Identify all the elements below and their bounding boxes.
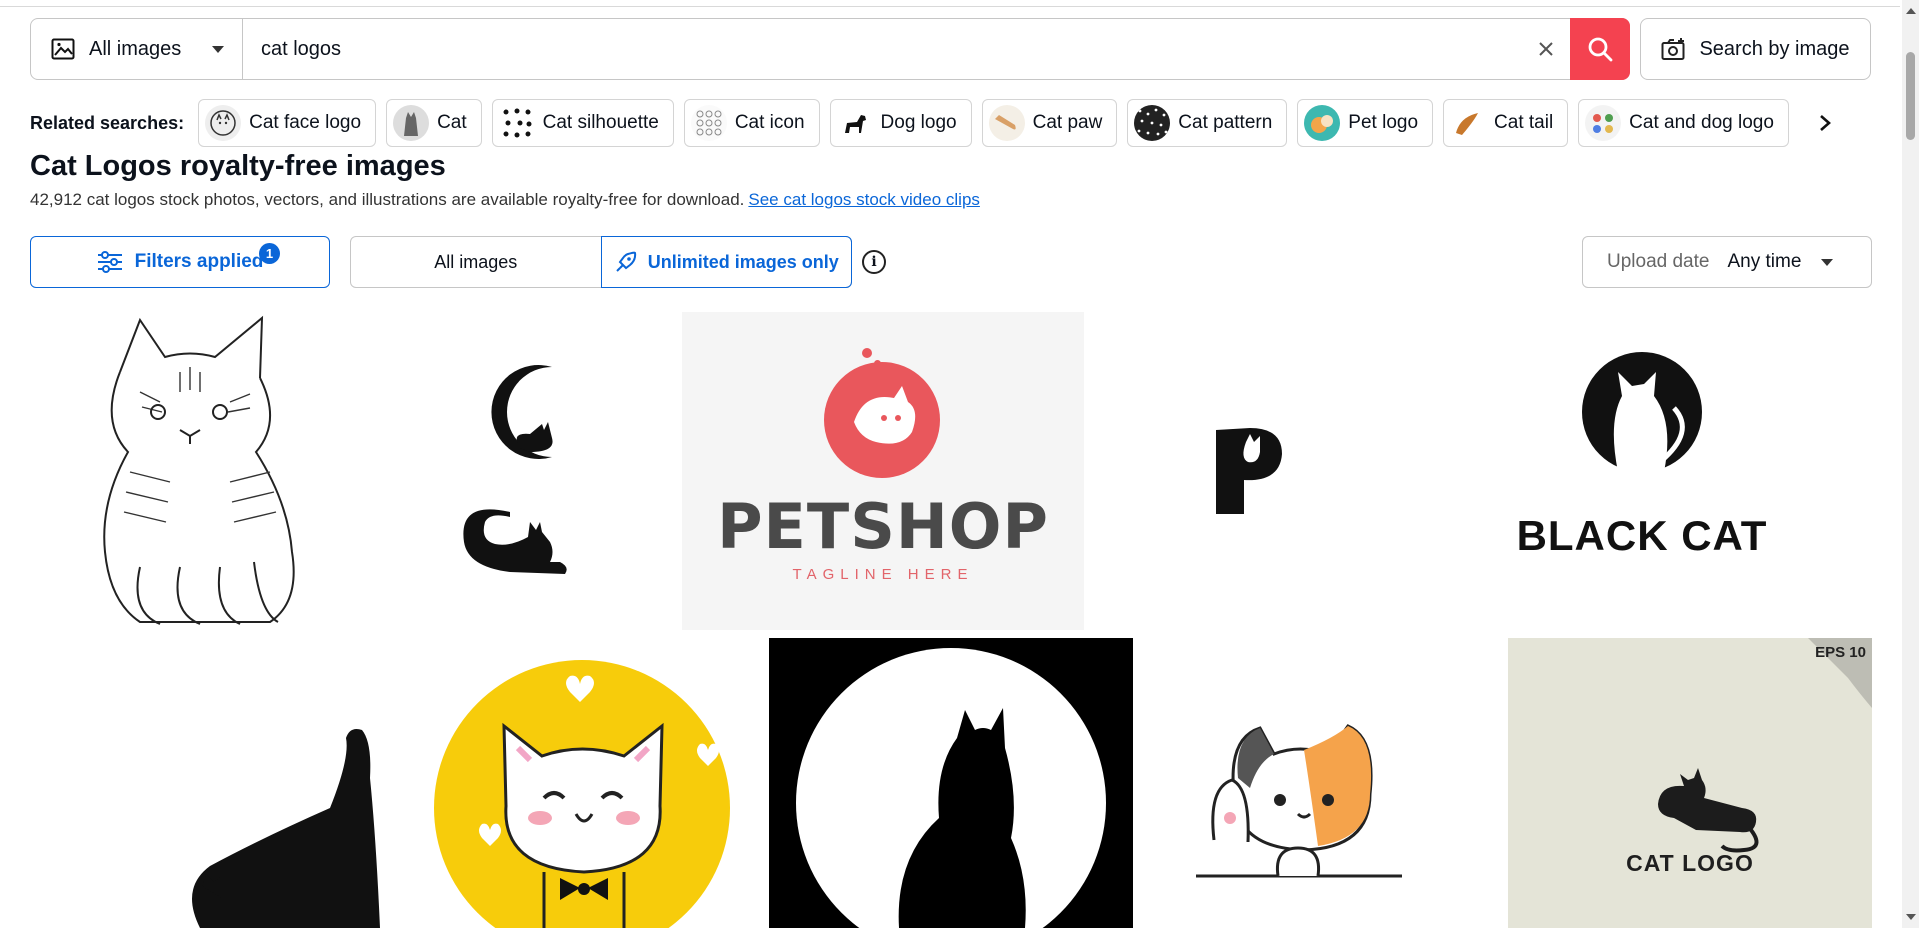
filters-count-badge: 1 — [259, 243, 280, 264]
search-by-image-button[interactable]: Search by image — [1640, 18, 1871, 80]
cat-thumb-icon — [393, 105, 430, 141]
cat-silhouette-thumb-icon — [498, 105, 535, 141]
unlimited-images-option[interactable]: Unlimited images only — [600, 236, 852, 288]
upload-date-select[interactable]: Upload date Any time — [1582, 236, 1872, 288]
related-chip[interactable]: Cat tail — [1443, 99, 1569, 147]
related-chip-label: Cat face logo — [249, 112, 362, 133]
upload-date-label: Upload date — [1607, 251, 1710, 272]
license-toggle: All images Unlimited images only — [350, 236, 852, 288]
related-chip[interactable]: Cat paw — [981, 99, 1118, 147]
cat-tail-thumb-icon — [1450, 105, 1487, 141]
related-chip[interactable]: Pet logo — [1297, 99, 1434, 147]
info-icon[interactable]: i — [862, 250, 886, 274]
clear-search-button[interactable] — [1522, 19, 1570, 79]
camera-plus-icon — [1661, 38, 1685, 60]
related-chip[interactable]: Cat icon — [683, 99, 820, 147]
all-images-option-label: All images — [434, 251, 518, 272]
scroll-down-arrow-icon[interactable] — [1906, 914, 1916, 920]
pet-logo-thumb-icon — [1304, 105, 1341, 141]
related-chip-label: Pet logo — [1348, 112, 1419, 133]
results-summary: 42,912 cat logos stock photos, vectors, … — [30, 190, 745, 209]
video-clips-link[interactable]: See cat logos stock video clips — [748, 190, 980, 209]
related-searches: Related searches: Cat face logo Cat Cat … — [30, 99, 1818, 147]
filters-applied-button[interactable]: Filters applied 1 — [30, 236, 330, 288]
image-tile-cat-full-moon[interactable] — [769, 638, 1133, 928]
related-chip-label: Cat silhouette — [542, 112, 659, 133]
filters-applied-label: Filters applied — [134, 251, 264, 272]
related-searches-label: Related searches: — [30, 112, 185, 133]
cat-logo-wordmark: CAT LOGO — [1626, 850, 1754, 876]
search-bar: All images cat logos — [30, 18, 1630, 80]
search-button[interactable] — [1570, 18, 1630, 80]
black-cat-wordmark: BLACK CAT — [1516, 512, 1768, 559]
sliders-icon — [97, 251, 122, 273]
search-by-image-label: Search by image — [1699, 37, 1850, 60]
cat-icon-thumb-icon — [690, 105, 727, 141]
image-type-label: All images — [89, 37, 182, 60]
image-tile-black-cat[interactable]: BLACK CAT — [1412, 312, 1872, 630]
image-tile-happy-kitten[interactable] — [432, 638, 762, 928]
related-chip-label: Cat and dog logo — [1629, 112, 1774, 133]
scroll-up-arrow-icon[interactable] — [1906, 8, 1916, 14]
related-chip[interactable]: Cat — [386, 99, 482, 147]
chevron-down-icon — [1821, 258, 1834, 266]
all-images-option[interactable]: All images — [351, 237, 601, 287]
related-chip-label: Cat — [437, 112, 467, 133]
cat-paw-thumb-icon — [988, 105, 1025, 141]
search-icon — [1588, 37, 1613, 62]
cat-face-logo-thumb-icon — [205, 105, 242, 141]
related-chip-label: Dog logo — [880, 112, 957, 133]
page-title: Cat Logos royalty-free images — [30, 150, 446, 182]
related-chip-label: Cat icon — [734, 112, 805, 133]
petshop-tagline: TAGLINE HERE — [792, 566, 974, 583]
petshop-wordmark: PETSHOP — [717, 490, 1049, 563]
related-chip-label: Cat tail — [1494, 112, 1554, 133]
cat-pattern-thumb-icon — [1134, 105, 1171, 141]
cat-and-dog-logo-thumb-icon — [1585, 105, 1622, 141]
image-tile-petshop[interactable]: PETSHOP TAGLINE HERE — [682, 312, 1084, 630]
upload-date-value: Any time — [1727, 251, 1802, 272]
related-chips: Cat face logo Cat Cat silhouette Cat ico… — [198, 99, 1818, 147]
related-chip-label: Cat pattern — [1178, 112, 1273, 133]
page-subtitle: 42,912 cat logos stock photos, vectors, … — [30, 190, 980, 210]
close-icon — [1539, 42, 1553, 56]
image-tile-tabby-sketch[interactable] — [30, 312, 350, 630]
image-type-select[interactable]: All images — [31, 19, 243, 79]
top-divider — [0, 6, 1900, 7]
image-tile-cat-logo[interactable]: EPS 10 CAT LOGO — [1508, 638, 1872, 928]
page-scrollbar[interactable] — [1902, 0, 1919, 928]
related-chip[interactable]: Dog logo — [829, 99, 972, 147]
related-chip[interactable]: Cat face logo — [198, 99, 377, 147]
image-tile-cat-moon[interactable] — [360, 312, 680, 630]
image-tile-cat-silhouette-stretch[interactable] — [30, 638, 430, 928]
related-chip[interactable]: Cat pattern — [1127, 99, 1288, 147]
related-chip[interactable]: Cat silhouette — [491, 99, 674, 147]
scrollbar-thumb[interactable] — [1906, 52, 1915, 140]
dog-logo-thumb-icon — [836, 105, 873, 141]
image-tile-letter-p-cat[interactable] — [1090, 312, 1410, 630]
image-tile-calico-kitten[interactable] — [1138, 638, 1456, 928]
rocket-icon — [616, 251, 636, 272]
related-chip-label: Cat paw — [1032, 112, 1103, 133]
chevron-right-icon[interactable] — [1810, 108, 1840, 138]
unlimited-images-option-label: Unlimited images only — [647, 251, 839, 272]
eps-badge: EPS 10 — [1815, 644, 1866, 661]
search-input[interactable]: cat logos — [243, 19, 1522, 79]
chevron-down-icon — [212, 45, 224, 53]
related-chip[interactable]: Cat and dog logo — [1578, 99, 1789, 147]
image-icon — [51, 38, 75, 60]
